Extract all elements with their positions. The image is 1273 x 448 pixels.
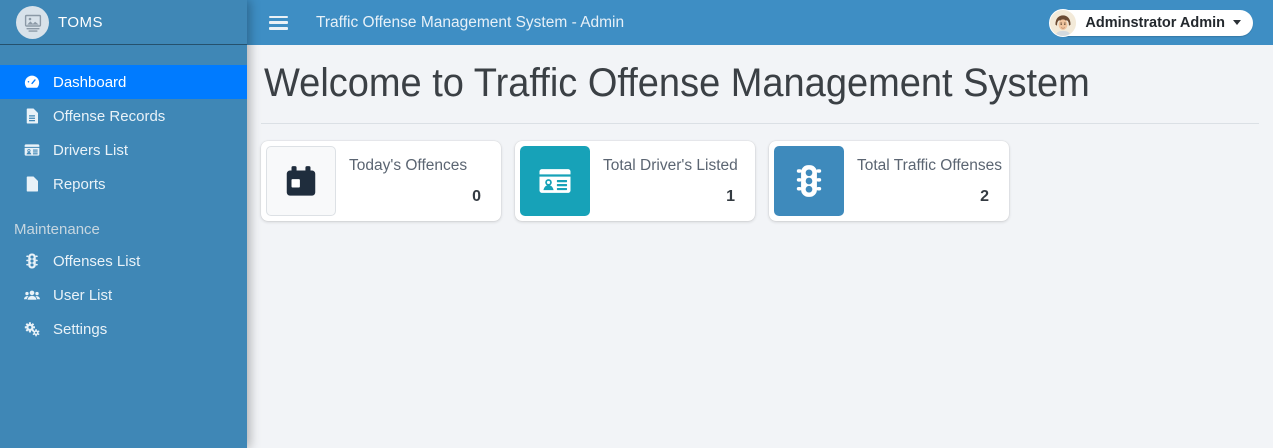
stat-cards-row: Today's Offences 0 Total Driver's Listed… bbox=[261, 141, 1259, 222]
sidebar-item-label: Reports bbox=[53, 175, 106, 193]
topbar: Traffic Offense Management System - Admi… bbox=[247, 0, 1273, 45]
sidebar-brand[interactable]: TOMS bbox=[0, 0, 247, 45]
stat-card-title: Today's Offences bbox=[349, 157, 468, 175]
stat-card-title: Total Driver's Listed bbox=[603, 157, 738, 175]
id-card-icon bbox=[520, 146, 590, 217]
user-menu-button[interactable]: Adminstrator Admin bbox=[1049, 8, 1253, 37]
traffic-light-icon bbox=[774, 146, 844, 217]
sidebar-item-label: User List bbox=[53, 286, 113, 304]
brand-logo-image-placeholder-icon bbox=[16, 5, 49, 39]
stat-card-total-drivers: Total Driver's Listed 1 bbox=[515, 141, 755, 222]
id-card-icon bbox=[22, 141, 41, 160]
stat-card-value: 1 bbox=[726, 188, 735, 206]
avatar-man-icon bbox=[1049, 8, 1078, 37]
app-window: TOMS Dashboard Offense Records Drivers L… bbox=[0, 0, 1273, 448]
users-icon bbox=[22, 286, 41, 305]
stat-card-body: Total Driver's Listed 1 bbox=[590, 146, 750, 216]
stat-card-total-offenses: Total Traffic Offenses 2 bbox=[769, 141, 1009, 222]
file-icon bbox=[22, 175, 41, 194]
hamburger-menu-icon[interactable] bbox=[269, 15, 288, 30]
page-title: Welcome to Traffic Offense Management Sy… bbox=[264, 61, 1090, 105]
file-alt-icon bbox=[22, 107, 41, 126]
brand-title: TOMS bbox=[58, 13, 104, 31]
sidebar-item-offense-records[interactable]: Offense Records bbox=[0, 99, 247, 133]
stat-card-title: Total Traffic Offenses bbox=[857, 157, 1003, 175]
main-column: Traffic Offense Management System - Admi… bbox=[247, 0, 1273, 448]
stat-card-body: Total Traffic Offenses 2 bbox=[844, 146, 1004, 216]
calendar-day-icon bbox=[266, 146, 336, 217]
stat-card-todays-offences: Today's Offences 0 bbox=[261, 141, 501, 222]
sidebar-item-reports[interactable]: Reports bbox=[0, 167, 247, 201]
stat-card-value: 2 bbox=[980, 188, 989, 206]
heading-divider bbox=[261, 123, 1259, 125]
cogs-icon bbox=[22, 320, 41, 339]
topbar-title: Traffic Offense Management System - Admi… bbox=[316, 13, 625, 31]
sidebar-item-label: Drivers List bbox=[53, 141, 129, 159]
sidebar-item-user-list[interactable]: User List bbox=[0, 278, 247, 312]
user-name-label: Adminstrator Admin bbox=[1085, 14, 1225, 31]
sidebar-item-label: Settings bbox=[53, 320, 108, 338]
sidebar-item-drivers-list[interactable]: Drivers List bbox=[0, 133, 247, 167]
sidebar-item-label: Dashboard bbox=[53, 73, 127, 91]
caret-down-icon bbox=[1233, 20, 1241, 25]
sidebar-item-settings[interactable]: Settings bbox=[0, 312, 247, 346]
content-area: Welcome to Traffic Offense Management Sy… bbox=[247, 45, 1273, 448]
sidebar-item-dashboard[interactable]: Dashboard bbox=[0, 65, 247, 99]
sidebar: TOMS Dashboard Offense Records Drivers L… bbox=[0, 0, 247, 448]
sidebar-section-header-maintenance: Maintenance bbox=[14, 220, 100, 238]
tachometer-icon bbox=[22, 73, 41, 92]
stat-card-body: Today's Offences 0 bbox=[336, 146, 496, 216]
sidebar-item-offenses-list[interactable]: Offenses List bbox=[0, 244, 247, 278]
traffic-light-icon bbox=[22, 252, 41, 271]
sidebar-item-label: Offenses List bbox=[53, 252, 141, 270]
sidebar-item-label: Offense Records bbox=[53, 107, 166, 125]
sidebar-nav: Dashboard Offense Records Drivers List R… bbox=[0, 65, 247, 346]
stat-card-value: 0 bbox=[472, 188, 481, 206]
